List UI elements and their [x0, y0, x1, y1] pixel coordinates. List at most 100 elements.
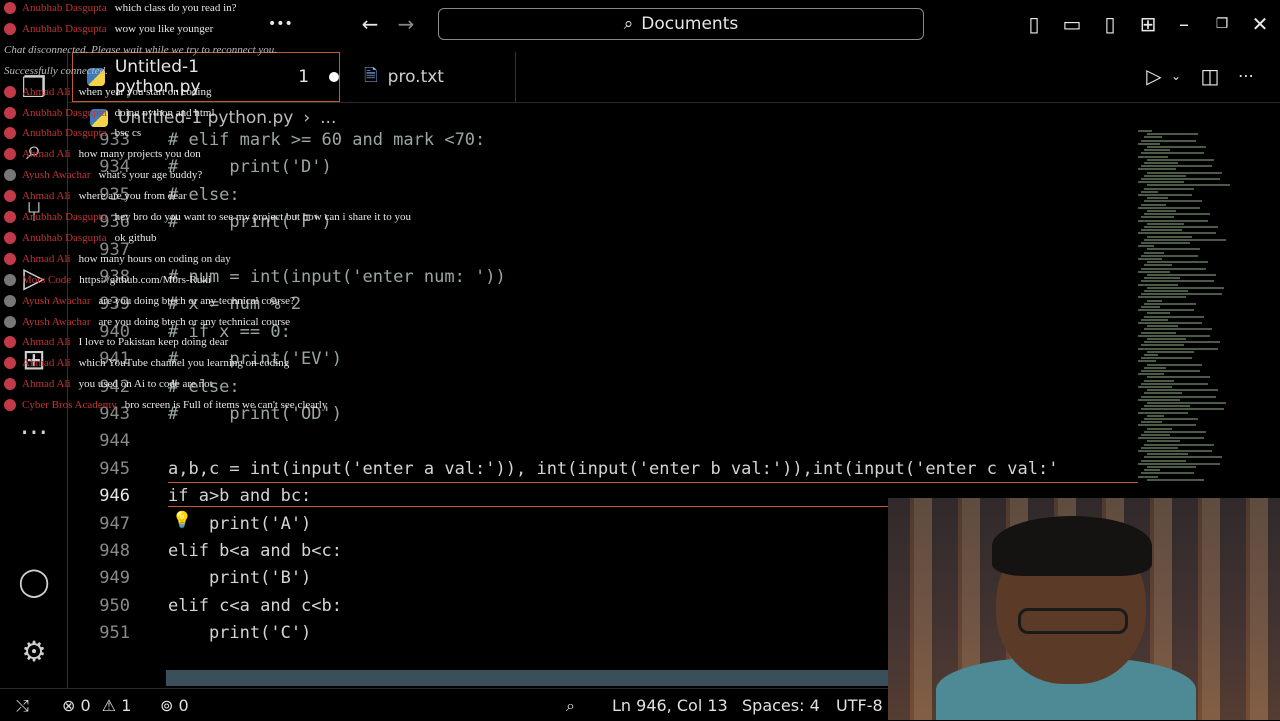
- toggle-panel-icon[interactable]: ▭: [1060, 12, 1084, 36]
- chat-text: hey bro do you want to see my project bu…: [114, 211, 411, 223]
- minimap-line: [1147, 466, 1196, 468]
- more-views-icon[interactable]: ⋯: [16, 414, 52, 450]
- indentation[interactable]: Spaces: 4: [742, 696, 820, 715]
- chat-message: Chat disconnected. Please wait while we …: [4, 42, 277, 58]
- run-python-icon[interactable]: ▷: [1142, 64, 1166, 88]
- code-line[interactable]: elif b<a and b<c:: [168, 541, 342, 561]
- encoding[interactable]: UTF-8: [836, 696, 883, 715]
- minimap-line: [1144, 418, 1198, 420]
- minimap-line: [1147, 325, 1178, 328]
- minimap-line: [1141, 344, 1184, 347]
- customize-layout-icon[interactable]: ⊞: [1136, 12, 1160, 36]
- minimap-line: [1141, 203, 1166, 206]
- chat-text: when year you start on coding: [78, 85, 212, 98]
- minimap-line: [1147, 389, 1218, 392]
- line-number: 951: [99, 623, 130, 644]
- zoom-icon[interactable]: ⌕: [566, 696, 575, 716]
- minimap-line: [1147, 299, 1162, 302]
- minimap-line: [1147, 171, 1222, 174]
- chat-message: Ahmad Ali where are you from dear: [4, 188, 187, 204]
- minimap-line: [1147, 133, 1198, 136]
- minimap-line: [1147, 146, 1206, 148]
- accounts-icon[interactable]: ◯: [16, 564, 52, 600]
- code-line[interactable]: a,b,c = int(input('enter a val:')), int(…: [168, 459, 1058, 479]
- chat-avatar: [4, 399, 16, 412]
- minimap-line: [1147, 197, 1168, 200]
- minimize-icon[interactable]: –: [1172, 12, 1196, 36]
- chat-avatar: [4, 294, 16, 307]
- run-dropdown-icon[interactable]: ⌄: [1164, 64, 1188, 88]
- code-line[interactable]: print('B'): [168, 568, 311, 588]
- ports-item[interactable]: ⊚ 0: [160, 696, 189, 715]
- minimap-line: [1138, 475, 1158, 478]
- minimap-line: [1147, 184, 1230, 187]
- chat-username: Anubhab Dasgupta: [22, 127, 107, 140]
- minimap-line: [1141, 190, 1158, 193]
- chat-text: are you doing btech or any technical cou…: [98, 315, 291, 328]
- remote-indicator-icon[interactable]: ⤭: [16, 696, 29, 716]
- minimap-line: [1138, 398, 1180, 401]
- chat-text: what's your age buddy?: [98, 169, 203, 182]
- minimap-line: [1147, 350, 1194, 353]
- lightbulb-icon[interactable]: 💡: [172, 510, 192, 529]
- minimap-line: [1141, 318, 1168, 321]
- minimap-line: [1147, 248, 1200, 251]
- minimap-line: [1144, 392, 1182, 395]
- minimap-line: [1144, 443, 1214, 446]
- minimap-line: [1144, 162, 1178, 164]
- chat-username: Anubhab Dasgupta: [22, 2, 107, 14]
- toggle-primary-sidebar-icon[interactable]: ▯: [1022, 12, 1046, 36]
- line-number: 949: [99, 568, 130, 589]
- chat-system-text: Chat disconnected. Please wait while we …: [4, 43, 278, 56]
- error-count: 0: [80, 696, 91, 715]
- minimap[interactable]: [1138, 130, 1270, 490]
- minimap-line: [1141, 165, 1212, 168]
- glasses: [1018, 608, 1128, 634]
- minimap-line: [1141, 382, 1208, 385]
- minimap-line: [1144, 366, 1166, 369]
- minimap-line: [1138, 181, 1184, 184]
- minimap-line: [1147, 402, 1226, 404]
- code-line[interactable]: print('C'): [168, 623, 311, 643]
- chat-text: doing python and html: [114, 106, 215, 119]
- minimap-line: [1144, 149, 1170, 152]
- minimap-line: [1147, 222, 1184, 225]
- chat-avatar: [4, 106, 16, 119]
- code-line[interactable]: elif c<a and c<b:: [168, 596, 342, 616]
- minimap-line: [1141, 254, 1198, 257]
- chat-message: Ahmad Ali which YouTube channel you learn…: [4, 355, 289, 371]
- horizontal-scrollbar[interactable]: [166, 670, 888, 686]
- chat-message: Ahmad Ali when year you start on coding: [4, 84, 211, 100]
- minimap-line: [1138, 283, 1178, 286]
- chat-username: Ahmad Ali: [22, 148, 71, 161]
- chat-text: https://github.com/M0rs-Ruki: [79, 273, 211, 286]
- code-line[interactable]: if a>b and bc:: [168, 486, 311, 506]
- chat-avatar: [4, 252, 16, 265]
- split-editor-icon[interactable]: ◫: [1198, 64, 1222, 88]
- settings-gear-icon[interactable]: ⚙: [16, 634, 52, 670]
- minimap-line: [1141, 421, 1162, 424]
- minimap-line: [1144, 277, 1180, 280]
- minimap-line: [1138, 347, 1218, 350]
- chat-text: are you doing btech or any technical cou…: [98, 294, 295, 307]
- maximize-icon[interactable]: ❐: [1210, 12, 1234, 36]
- chat-text: which YouTube channel you learning on co…: [78, 357, 290, 370]
- command-center-search[interactable]: ⌕ Documents: [438, 8, 924, 40]
- minimap-line: [1138, 219, 1208, 222]
- chat-message: Anubhab Dasgupta doing python and html: [4, 105, 215, 121]
- minimap-line: [1141, 459, 1186, 462]
- minimap-line: [1144, 354, 1158, 356]
- cursor-position[interactable]: Ln 946, Col 13: [612, 696, 728, 715]
- chat-text: I love to Pakistan keep doing dear: [78, 336, 229, 349]
- errors-item[interactable]: ⊗ 0 ⚠ 1: [62, 696, 131, 715]
- close-icon[interactable]: ✕: [1248, 12, 1272, 36]
- minimap-line: [1144, 469, 1160, 472]
- minimap-line: [1141, 267, 1206, 270]
- chat-message: Ayush Awachar are you doing btech or any …: [4, 293, 295, 309]
- minimap-line: [1141, 395, 1216, 398]
- toggle-secondary-sidebar-icon[interactable]: ▯: [1098, 12, 1122, 36]
- editor-more-actions-icon[interactable]: ⋯: [1234, 64, 1258, 88]
- chat-username: Ayush Awachar: [22, 294, 91, 307]
- chat-text: bro screen is Full of items we can't see…: [124, 399, 328, 412]
- chat-username: Ahmad Ali: [22, 357, 71, 370]
